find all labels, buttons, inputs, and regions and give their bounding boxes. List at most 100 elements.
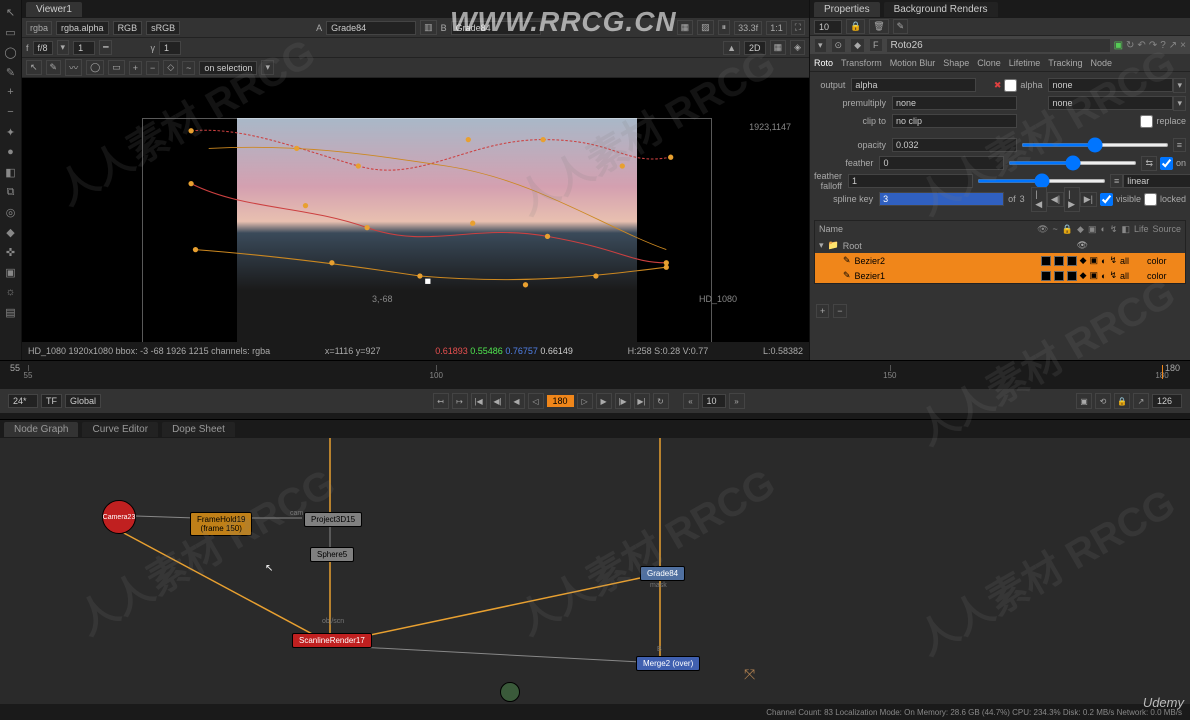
current-frame[interactable]: 180 [547,395,574,407]
anim-menu-icon[interactable]: ≡ [1173,138,1186,152]
tab-curveeditor[interactable]: Curve Editor [82,422,158,437]
premult-select[interactable] [892,96,1017,110]
alpha-mask-checkbox[interactable] [1004,79,1017,92]
shape-row[interactable]: ✎ Bezier2 ◆ ▣ ◐ ↯ all color [815,253,1185,268]
feather-slider[interactable] [1008,161,1137,165]
tool-lasso-icon[interactable]: ◯ [2,43,20,61]
edit-icon[interactable]: ✎ [893,19,909,34]
fstop-dec-icon[interactable]: ▾ [57,40,70,55]
selection-mode-select[interactable]: on selection [199,61,257,75]
key-prev-icon[interactable]: ◀| [1047,192,1064,207]
opacity-input[interactable] [892,138,1017,152]
eye-icon[interactable]: 👁 [1077,240,1088,251]
feather-on-checkbox[interactable] [1160,157,1173,170]
sync-icon[interactable]: ⟲ [1095,393,1111,409]
node-graph[interactable]: Camera23 FrameHold19 (frame 150) cam Pro… [0,438,1190,702]
stereo-icon[interactable]: ◈ [790,40,805,55]
chevron-down-icon[interactable]: ▾ [819,240,824,251]
roi-icon[interactable]: ▦ [677,20,694,35]
tool-clone-icon[interactable]: ⧉ [2,183,20,201]
tool-light-icon[interactable]: ☼ [2,283,20,301]
tool-cam-icon[interactable]: ▤ [2,303,20,321]
tab-node[interactable]: Node [1090,56,1112,70]
motion-col-icon[interactable]: ↯ [1110,224,1118,235]
play-back-icon[interactable]: ◀ [509,393,525,409]
tool-pen-icon[interactable]: ✎ [2,63,20,81]
gain-slider-icon[interactable]: ━ [99,40,112,55]
colorspace-select[interactable]: RGB [113,21,143,35]
mask-off-icon[interactable]: ✖ [994,80,1002,91]
overlay-col-icon[interactable]: ◆ [1077,224,1084,235]
falloff-input[interactable] [848,174,973,188]
tab-shape[interactable]: Shape [943,56,969,70]
channel-select[interactable]: rgba.alpha [56,21,109,35]
dropdown-icon[interactable]: ▾ [1173,96,1186,111]
row-life[interactable]: all [1120,271,1144,281]
node-name-field[interactable]: Roto26 [887,39,1110,52]
step-back-icon[interactable]: ◁ [528,393,544,409]
blend-col-icon[interactable]: ◧ [1121,224,1130,235]
cache-value[interactable] [1152,394,1182,408]
node-font-icon[interactable]: F [869,38,883,52]
tab-motionblur[interactable]: Motion Blur [890,56,936,70]
lock-icon[interactable]: 🔒 [846,19,865,34]
expand-icon[interactable]: ⛶ [791,20,805,35]
tab-properties[interactable]: Properties [814,2,880,17]
help-icon[interactable]: ? [1160,40,1166,51]
viewer-viewport[interactable]: 1923,1147 3,-68 HD_1080 [22,78,809,342]
anim-menu-icon[interactable]: ≡ [1110,174,1123,188]
tool-arrow-icon[interactable]: ↖ [2,3,20,21]
timeunit-select[interactable]: TF [41,394,62,408]
skip-back-icon[interactable]: « [683,393,699,409]
node-grade[interactable]: Grade84 [640,566,685,581]
row-source[interactable]: color [1147,256,1181,266]
row-motion-icon[interactable]: ↯ [1109,270,1117,281]
falloff-mode-select[interactable] [1123,174,1190,188]
shape-root-row[interactable]: ▾ 📁 Root 👁 [815,238,1185,253]
channel-button[interactable]: rgba [26,21,52,35]
step-fwd-icon[interactable]: ▷ [577,393,593,409]
key-last-icon[interactable]: ▶| [1080,192,1097,207]
remove-shape-button[interactable]: − [833,304,846,318]
addpoint-icon[interactable]: + [129,61,142,75]
frame-start[interactable]: 55 [10,363,20,373]
props-max-count[interactable]: 10 [814,20,842,34]
pointer-icon[interactable]: ↖ [26,60,42,75]
row-overlay-icon[interactable]: ◆ [1080,270,1087,281]
feather-input[interactable] [879,156,1004,170]
tab-bg-renders[interactable]: Background Renders [884,2,998,17]
row-ripple-icon[interactable] [1054,256,1064,266]
ripple-icon[interactable]: ~ [1053,224,1058,235]
locked-checkbox[interactable] [1144,193,1157,206]
row-life[interactable]: all [1120,256,1144,266]
bspline-icon[interactable]: 〰 [65,59,82,76]
row-invert-icon[interactable]: ◐ [1101,271,1106,281]
inpoint-icon[interactable]: ↤ [433,393,449,409]
rect-icon[interactable]: ▭ [108,60,125,75]
mask-channel-select[interactable] [1048,78,1173,92]
next-key-icon[interactable]: |▶ [615,393,631,409]
gain-value[interactable]: 1 [73,41,95,55]
viewer-tab[interactable]: Viewer1 [26,2,82,17]
cusp-icon[interactable]: ◇ [163,60,178,75]
play-fwd-icon[interactable]: ▶ [596,393,612,409]
input-a-select[interactable]: Grade84 [326,21,416,35]
fps-input[interactable] [8,394,38,408]
row-invert-icon[interactable]: ◐ [1101,256,1106,266]
tab-roto[interactable]: Roto [814,56,833,70]
row-motion-icon[interactable]: ↯ [1109,255,1117,266]
ratio-display[interactable]: 1:1 [766,21,787,35]
frame-end[interactable]: 180 [1165,363,1180,373]
scope-select[interactable]: Global [65,394,101,408]
ellipse-icon[interactable]: ◯ [86,60,104,75]
output-select[interactable] [851,78,976,92]
proxy-icon[interactable]: ▨ [697,20,714,35]
link-icon[interactable]: ⇆ [1141,156,1157,171]
tab-nodegraph[interactable]: Node Graph [4,422,78,437]
cache-icon[interactable]: ▣ [1076,393,1092,409]
tab-lifetime[interactable]: Lifetime [1009,56,1041,70]
close-icon[interactable]: × [1180,40,1186,51]
row-eye-icon[interactable] [1041,271,1051,281]
tool-marquee-icon[interactable]: ▭ [2,23,20,41]
splinekey-current[interactable] [879,192,1004,206]
